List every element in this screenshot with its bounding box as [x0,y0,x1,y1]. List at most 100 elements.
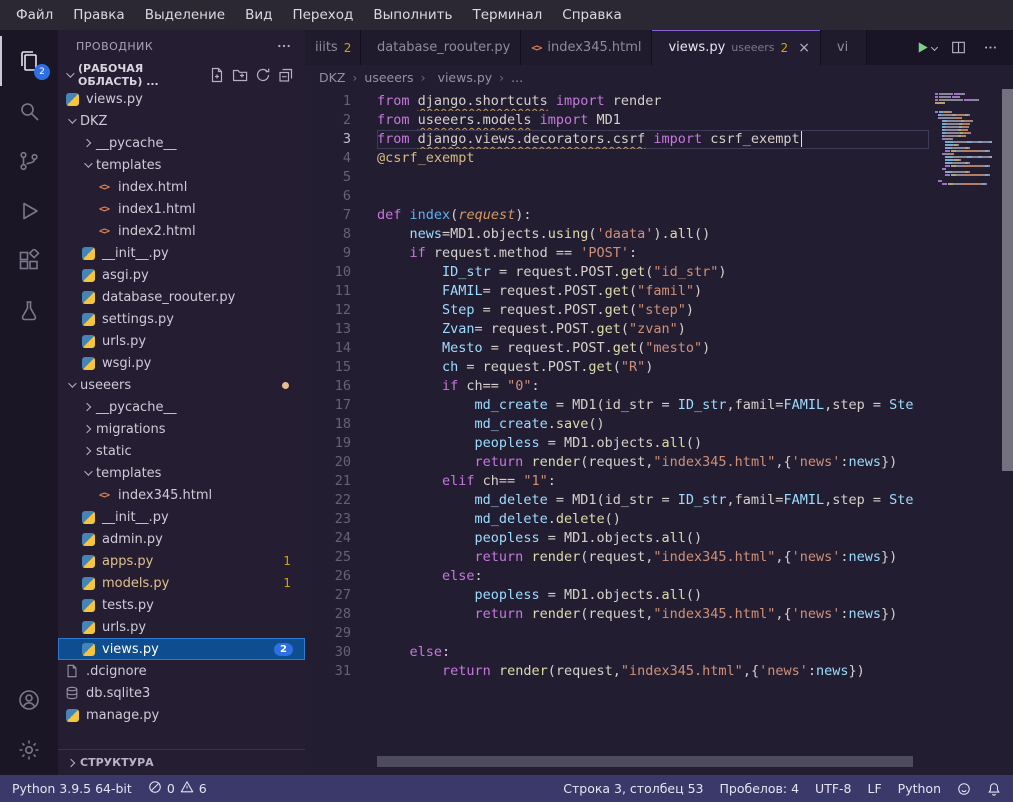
tree-item-views-py[interactable]: views.py [58,88,305,110]
tree-item-dcignore[interactable]: .dcignore [58,660,305,682]
code-line-18[interactable]: 18 md_create.save() [305,415,929,434]
code-line-2[interactable]: 2from useeers.models import MD1 [305,111,929,130]
menu-file[interactable]: Файл [6,0,63,30]
tree-item-tests-py[interactable]: tests.py [58,594,305,616]
tree-item-database-roouter-py[interactable]: database_roouter.py [58,286,305,308]
new-file-icon[interactable] [206,64,228,86]
code-line-19[interactable]: 19 peopless = MD1.objects.all() [305,434,929,453]
tree-item-manage-py[interactable]: manage.py [58,704,305,726]
code-line-3[interactable]: 3from django.views.decorators.csrf impor… [305,130,929,149]
tree-item-db-sqlite3[interactable]: db.sqlite3 [58,682,305,704]
tree-item-models-py[interactable]: models.py1 [58,572,305,594]
outline-section-header[interactable]: СТРУКТУРА [58,749,305,775]
status-encoding[interactable]: UTF-8 [807,775,859,802]
code-line-11[interactable]: 11 FAMIL= request.POST.get("famil") [305,282,929,301]
more-actions-icon[interactable] [979,37,1001,59]
tree-item-index2-html[interactable]: <>index2.html [58,220,305,242]
feedback-icon[interactable] [949,775,979,802]
tree-item-init-py[interactable]: __init__.py [58,506,305,528]
testing-icon[interactable] [0,286,58,336]
status-indentation[interactable]: Пробелов: 4 [712,775,808,802]
code-line-31[interactable]: 31 return render(request,"index345.html"… [305,662,929,681]
code-line-6[interactable]: 6 [305,187,929,206]
minimap[interactable] [935,93,999,186]
code-line-1[interactable]: 1from django.shortcuts import render [305,92,929,111]
tree-item-dkz[interactable]: DKZ [58,110,305,132]
breadcrumb-item-useeers[interactable]: useeers [364,70,413,85]
run-and-debug-icon[interactable] [0,186,58,236]
close-icon[interactable]: × [798,40,810,56]
code-line-23[interactable]: 23 md_delete.delete() [305,510,929,529]
status-language-mode[interactable]: Python [890,775,949,802]
status-problems[interactable]: 06 [140,775,215,802]
menu-run[interactable]: Выполнить [363,0,462,30]
tab-views-py[interactable]: views.pyuseeers2× [652,30,820,65]
refresh-icon[interactable] [252,64,274,86]
manage-icon[interactable] [0,725,58,775]
menu-terminal[interactable]: Терминал [462,0,552,30]
vertical-scrollbar[interactable] [1002,89,1013,471]
tree-item-index345-html[interactable]: <>index345.html [58,484,305,506]
split-editor-icon[interactable] [947,37,969,59]
tree-item-init-py[interactable]: __init__.py [58,242,305,264]
menu-go[interactable]: Переход [282,0,363,30]
code-line-24[interactable]: 24 peopless = MD1.objects.all() [305,529,929,548]
new-folder-icon[interactable] [229,64,251,86]
tree-item-urls-py[interactable]: urls.py [58,330,305,352]
status-eol[interactable]: LF [860,775,890,802]
tab-vi[interactable]: vi [821,30,867,65]
code-line-25[interactable]: 25 return render(request,"index345.html"… [305,548,929,567]
tree-item-urls-py[interactable]: urls.py [58,616,305,638]
menu-help[interactable]: Справка [552,0,631,30]
tree-item-wsgi-py[interactable]: wsgi.py [58,352,305,374]
code-line-30[interactable]: 30 else: [305,643,929,662]
code-line-16[interactable]: 16 if ch== "0": [305,377,929,396]
code-line-8[interactable]: 8 news=MD1.objects.using('daata').all() [305,225,929,244]
tree-item-views-py[interactable]: views.py2 [58,638,305,660]
tree-item-pycache[interactable]: __pycache__ [58,132,305,154]
breadcrumb-item-views-py[interactable]: views.py [433,70,493,85]
code-line-13[interactable]: 13 Zvan= request.POST.get("zvan") [305,320,929,339]
tree-item-templates[interactable]: templates [58,154,305,176]
tab-database-roouter-py[interactable]: database_roouter.py [361,30,521,65]
tab-index345-html[interactable]: <>index345.html [521,30,652,65]
tree-item-templates[interactable]: templates [58,462,305,484]
tree-item-settings-py[interactable]: settings.py [58,308,305,330]
tree-item-admin-py[interactable]: admin.py [58,528,305,550]
tree-item-static[interactable]: static [58,440,305,462]
breadcrumb-item-dkz[interactable]: DKZ [319,70,345,85]
tree-item-index-html[interactable]: <>index.html [58,176,305,198]
menu-edit[interactable]: Правка [63,0,134,30]
tree-item-index1-html[interactable]: <>index1.html [58,198,305,220]
code-line-28[interactable]: 28 return render(request,"index345.html"… [305,605,929,624]
notifications-bell-icon[interactable] [979,775,1009,802]
workspace-header[interactable]: (РАБОЧАЯ ОБЛАСТЬ) ... [58,62,305,88]
code-line-29[interactable]: 29 [305,624,929,643]
tree-item-apps-py[interactable]: apps.py1 [58,550,305,572]
menu-selection[interactable]: Выделение [135,0,235,30]
code-line-22[interactable]: 22 md_delete = MD1(id_str = ID_str,famil… [305,491,929,510]
code-line-12[interactable]: 12 Step = request.POST.get("step") [305,301,929,320]
code-line-17[interactable]: 17 md_create = MD1(id_str = ID_str,famil… [305,396,929,415]
extensions-icon[interactable] [0,236,58,286]
code-line-5[interactable]: 5 [305,168,929,187]
code-line-15[interactable]: 15 ch = request.POST.get("R") [305,358,929,377]
status-cursor-position[interactable]: Строка 3, столбец 53 [555,775,711,802]
run-python-file-icon[interactable] [915,37,937,59]
sidebar-more-icon[interactable] [273,35,295,57]
explorer-icon[interactable]: 2 [0,36,58,86]
horizontal-scrollbar[interactable] [377,756,913,767]
source-control-icon[interactable] [0,136,58,186]
code-line-21[interactable]: 21 elif ch== "1": [305,472,929,491]
code-line-4[interactable]: 4@csrf_exempt [305,149,929,168]
code-line-7[interactable]: 7def index(request): [305,206,929,225]
code-line-14[interactable]: 14 Mesto = request.POST.get("mesto") [305,339,929,358]
breadcrumb-item-item[interactable]: ... [511,70,523,85]
collapse-all-icon[interactable] [275,64,297,86]
code-line-26[interactable]: 26 else: [305,567,929,586]
tree-item-migrations[interactable]: migrations [58,418,305,440]
code-editor[interactable]: 1from django.shortcuts import render2fro… [305,89,1013,775]
menu-view[interactable]: Вид [235,0,282,30]
search-icon[interactable] [0,86,58,136]
tab-iiits[interactable]: iiits2 [305,30,361,65]
